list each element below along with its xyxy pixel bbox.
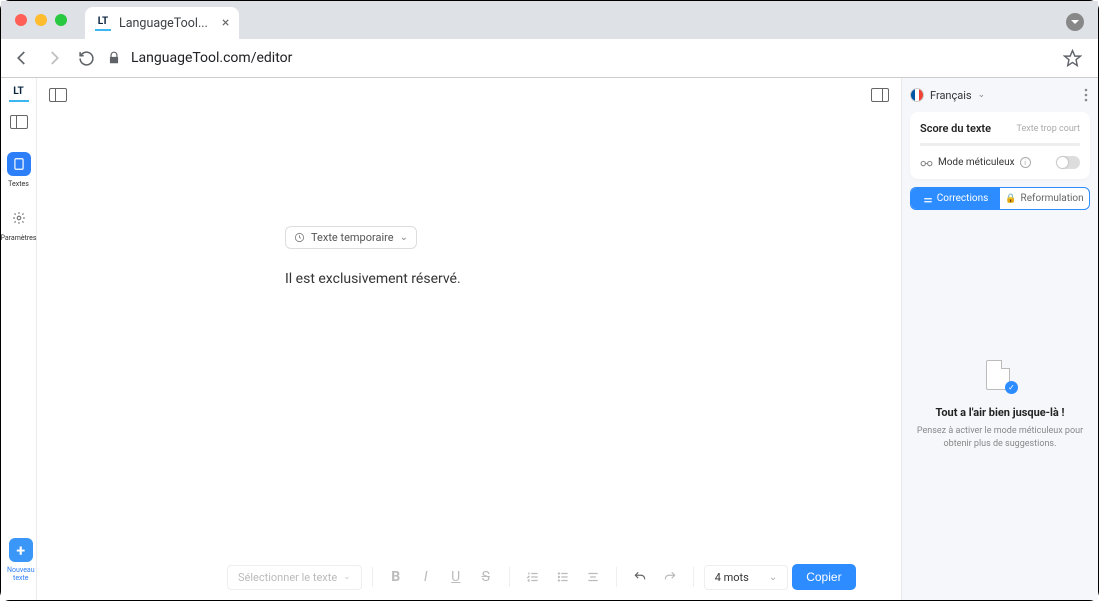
select-text-dropdown[interactable]: Sélectionner le texte ⌄ [227, 565, 362, 590]
bottom-toolbar: Sélectionner le texte ⌄ B I U S [227, 564, 891, 590]
app-container: LT Textes Paramètres + Nouveau texte [1, 78, 1098, 600]
word-count-label: 4 mots [715, 571, 749, 584]
bold-button[interactable]: B [383, 564, 409, 590]
reload-button[interactable] [75, 47, 97, 69]
plus-icon: + [9, 538, 33, 562]
minimize-window-icon[interactable] [35, 14, 47, 26]
chevron-down-icon: ⌄ [769, 572, 777, 583]
tab-title: LanguageTool... [119, 16, 208, 31]
left-sidebar: LT Textes Paramètres + Nouveau texte [1, 78, 37, 600]
sidebar-item-label: Paramètres [1, 234, 37, 242]
tab-close-icon[interactable]: × [222, 15, 229, 31]
empty-title: Tout a l'air bien jusque-là ! [935, 406, 1064, 419]
chevron-down-icon: ⌄ [400, 232, 408, 243]
word-count-dropdown[interactable]: 4 mots ⌄ [704, 565, 789, 590]
editor-text[interactable]: Il est exclusivement réservé. [285, 271, 651, 287]
toggle-left-panel-icon[interactable] [49, 88, 67, 102]
corrections-empty-state: ✓ Tout a l'air bien jusque-là ! Pensez à… [910, 218, 1090, 592]
sidebar-item-params[interactable]: Paramètres [1, 204, 37, 242]
url-field[interactable]: LanguageTool.com/editor [107, 50, 1053, 66]
document-title-chip[interactable]: Texte temporaire ⌄ [285, 226, 417, 249]
forward-button [43, 47, 65, 69]
tab-reformulation[interactable]: 🔒 Reformulation [1000, 188, 1089, 209]
back-button[interactable] [11, 47, 33, 69]
editor-pane: Texte temporaire ⌄ Il est exclusivement … [37, 78, 901, 600]
collapse-sidebar-icon[interactable] [7, 110, 31, 134]
browser-chrome: LT LanguageTool... × LanguageTool.com/ed… [1, 1, 1098, 78]
new-text-label: Nouveau texte [7, 566, 35, 582]
meticulous-label: Mode méticuleux [938, 157, 1015, 168]
url-text: LanguageTool.com/editor [131, 50, 292, 66]
score-card: Score du texte Texte trop court Mode mét… [910, 112, 1090, 179]
language-row: Français ⌄ [910, 86, 1090, 104]
info-icon[interactable]: i [1020, 157, 1031, 168]
meticulous-row: Mode méticuleux i [920, 156, 1080, 169]
align-button[interactable] [580, 564, 606, 590]
sidebar-item-label: Textes [8, 180, 29, 188]
flag-icon [910, 88, 924, 102]
chevron-down-icon: ⌄ [343, 572, 351, 582]
corrections-icon [923, 194, 933, 204]
bullet-list-button[interactable] [550, 564, 576, 590]
document-title: Texte temporaire [311, 231, 394, 244]
address-bar: LanguageTool.com/editor [1, 39, 1098, 77]
document-area: Texte temporaire ⌄ Il est exclusivement … [285, 226, 651, 287]
sidebar-item-textes[interactable]: Textes [7, 150, 31, 188]
score-title: Score du texte [920, 122, 991, 135]
gear-icon [7, 206, 31, 230]
strikethrough-button[interactable]: S [473, 564, 499, 590]
tab-corrections[interactable]: Corrections [911, 188, 1000, 209]
italic-button[interactable]: I [413, 564, 439, 590]
meticulous-toggle[interactable] [1056, 156, 1080, 169]
language-selector[interactable]: Français ⌄ [910, 88, 985, 102]
right-sidebar: Français ⌄ Score du texte Texte trop cou… [901, 78, 1098, 600]
lock-icon: 🔒 [1005, 194, 1016, 204]
toggle-right-panel-icon[interactable] [871, 88, 889, 102]
clock-icon [294, 232, 305, 243]
glasses-icon [920, 158, 933, 168]
window-controls [15, 14, 67, 26]
sidebar-tabs: Corrections 🔒 Reformulation [910, 187, 1090, 210]
undo-button[interactable] [627, 564, 653, 590]
tab-label: Corrections [937, 193, 989, 204]
tab-bar: LT LanguageTool... × [1, 1, 1098, 39]
lock-icon [107, 51, 121, 65]
copy-button[interactable]: Copier [792, 564, 855, 590]
favicon-icon: LT [95, 15, 111, 31]
score-bar [920, 143, 1080, 146]
document-check-icon: ✓ [986, 360, 1014, 392]
app-logo-icon[interactable]: LT [9, 86, 29, 102]
new-text-button[interactable]: + Nouveau texte [7, 538, 35, 582]
score-message: Texte trop court [1017, 124, 1080, 134]
redo-button[interactable] [657, 564, 683, 590]
browser-tab[interactable]: LT LanguageTool... × [85, 7, 239, 39]
chevron-down-icon: ⌄ [978, 90, 986, 100]
browser-menu-icon[interactable] [1066, 13, 1084, 31]
tab-label: Reformulation [1021, 193, 1084, 204]
empty-subtitle: Pensez à activer le mode méticuleux pour… [914, 425, 1086, 451]
language-label: Français [930, 89, 972, 102]
select-text-label: Sélectionner le texte [238, 571, 337, 584]
underline-button[interactable]: U [443, 564, 469, 590]
more-options-icon[interactable] [1082, 86, 1090, 104]
close-window-icon[interactable] [15, 14, 27, 26]
maximize-window-icon[interactable] [55, 14, 67, 26]
document-icon [7, 152, 31, 176]
numbered-list-button[interactable] [520, 564, 546, 590]
bookmark-icon[interactable] [1063, 49, 1082, 68]
